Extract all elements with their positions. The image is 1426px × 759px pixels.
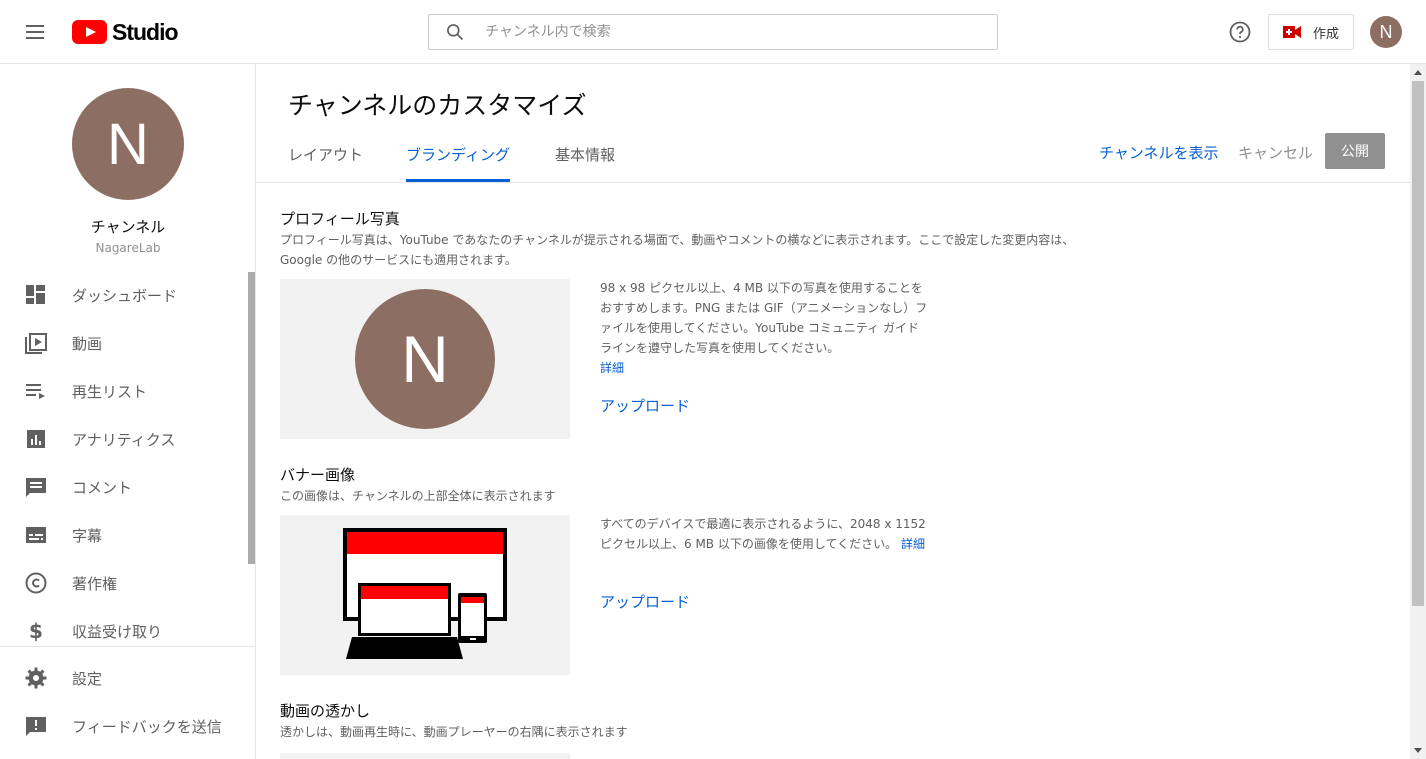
profile-more-link[interactable]: 詳細 (600, 361, 624, 375)
sidebar-item-dashboard[interactable]: ダッシュボード (0, 271, 248, 319)
sidebar-item-label: 著作権 (72, 574, 118, 593)
create-label: 作成 (1313, 26, 1340, 42)
sidebar-item-settings[interactable]: 設定 (0, 654, 248, 702)
comment-icon (26, 478, 46, 497)
sidebar-item-label: 動画 (72, 334, 103, 353)
sidebar-item-videos[interactable]: 動画 (0, 319, 248, 367)
scroll-down-icon[interactable] (1410, 742, 1426, 759)
dashboard-icon (26, 285, 45, 304)
devices-illustration (343, 528, 507, 659)
channel-title: チャンネル (90, 218, 166, 236)
subtitles-icon (26, 527, 46, 543)
dollar-icon: $ (29, 619, 43, 643)
studio-logo[interactable]: Studio (72, 18, 179, 45)
sidebar-item-label: 設定 (72, 669, 103, 688)
sidebar-item-feedback[interactable]: フィードバックを送信 (0, 702, 248, 750)
top-bar: Studio 作成 N (0, 0, 1426, 64)
sidebar-item-monetization[interactable]: $ 収益受け取り (0, 607, 248, 655)
profile-photo-desc-line2: Google の他のサービスにも適用されます。 (280, 253, 517, 267)
sidebar-item-label: 再生リスト (72, 382, 148, 401)
page-scrollbar[interactable] (1410, 64, 1426, 759)
copyright-icon (25, 572, 47, 594)
analytics-icon (27, 430, 45, 448)
banner-title: バナー画像 (280, 466, 356, 484)
gear-icon (25, 667, 47, 689)
sidebar-item-copyright[interactable]: 著作権 (0, 559, 248, 607)
watermark-title: 動画の透かし (280, 702, 371, 720)
banner-desc: この画像は、チャンネルの上部全体に表示されます (280, 489, 556, 503)
profile-upload-button[interactable]: アップロード (600, 395, 690, 416)
sidebar-scrollbar[interactable] (248, 272, 255, 564)
playlist-icon (26, 384, 45, 399)
sidebar-item-label: コメント (72, 478, 133, 497)
menu-icon[interactable] (24, 20, 48, 44)
sidebar-item-label: ダッシュボード (72, 286, 178, 305)
scroll-thumb[interactable] (1412, 81, 1424, 606)
youtube-logo-icon (72, 20, 107, 44)
sidebar-item-playlists[interactable]: 再生リスト (0, 367, 248, 415)
sidebar-item-subtitles[interactable]: 字幕 (0, 511, 248, 559)
profile-photo-desc-line1: プロフィール写真は、YouTube であなたのチャンネルが提示される場面で、動画… (280, 233, 1075, 247)
cancel-button[interactable]: キャンセル (1238, 142, 1313, 163)
main-content: チャンネルのカスタマイズ レイアウト ブランディング 基本情報 チャンネルを表示… (256, 64, 1410, 759)
sidebar: N チャンネル NagareLab ダッシュボード 動画 再生リスト アナリティ… (0, 64, 256, 759)
feedback-icon (26, 717, 46, 736)
scroll-up-icon[interactable] (1410, 64, 1426, 81)
sidebar-divider (0, 646, 255, 647)
search-input[interactable] (485, 24, 965, 40)
tab-branding[interactable]: ブランディング (406, 144, 510, 182)
create-button[interactable]: 作成 (1268, 14, 1354, 50)
profile-photo-preview: N (280, 279, 570, 439)
sidebar-item-comments[interactable]: コメント (0, 463, 248, 511)
sidebar-item-label: アナリティクス (72, 430, 176, 449)
sidebar-item-label: フィードバックを送信 (72, 717, 222, 736)
view-channel-link[interactable]: チャンネルを表示 (1099, 142, 1219, 163)
watermark-desc: 透かしは、動画再生時に、動画プレーヤーの右隅に表示されます (280, 725, 628, 739)
banner-more-link[interactable]: 詳細 (901, 537, 925, 551)
account-avatar[interactable]: N (1370, 16, 1402, 48)
publish-button[interactable]: 公開 (1325, 133, 1385, 169)
video-icon (25, 333, 47, 354)
sidebar-item-label: 字幕 (72, 526, 103, 545)
tab-basic-info[interactable]: 基本情報 (555, 144, 615, 182)
watermark-preview (280, 753, 570, 759)
sidebar-item-analytics[interactable]: アナリティクス (0, 415, 248, 463)
tabs-divider (256, 182, 1410, 183)
profile-photo-title: プロフィール写真 (280, 210, 400, 228)
banner-preview (280, 515, 570, 675)
tab-layout[interactable]: レイアウト (288, 144, 363, 182)
banner-upload-button[interactable]: アップロード (600, 591, 690, 612)
svg-text:$: $ (29, 619, 43, 643)
banner-info-text: すべてのデバイスで最適に表示されるように、2048 x 1152 ピクセル以上、… (600, 517, 926, 551)
page-title: チャンネルのカスタマイズ (288, 91, 587, 120)
sidebar-item-label: 収益受け取り (72, 622, 163, 641)
profile-photo-info: 98 x 98 ピクセル以上、4 MB 以下の写真を使用することをおすすめします… (600, 278, 930, 378)
search-icon[interactable] (445, 22, 465, 42)
banner-info: すべてのデバイスで最適に表示されるように、2048 x 1152 ピクセル以上、… (600, 514, 930, 554)
channel-handle: NagareLab (95, 241, 161, 255)
profile-info-text: 98 x 98 ピクセル以上、4 MB 以下の写真を使用することをおすすめします… (600, 281, 928, 355)
profile-avatar-preview: N (355, 289, 495, 429)
search-box (428, 14, 998, 50)
video-camera-icon (1283, 26, 1301, 38)
channel-avatar[interactable]: N (72, 88, 184, 200)
help-icon[interactable] (1228, 20, 1252, 44)
logo-text: Studio (112, 18, 179, 45)
profile-photo-desc: プロフィール写真は、YouTube であなたのチャンネルが提示される場面で、動画… (280, 230, 1150, 270)
